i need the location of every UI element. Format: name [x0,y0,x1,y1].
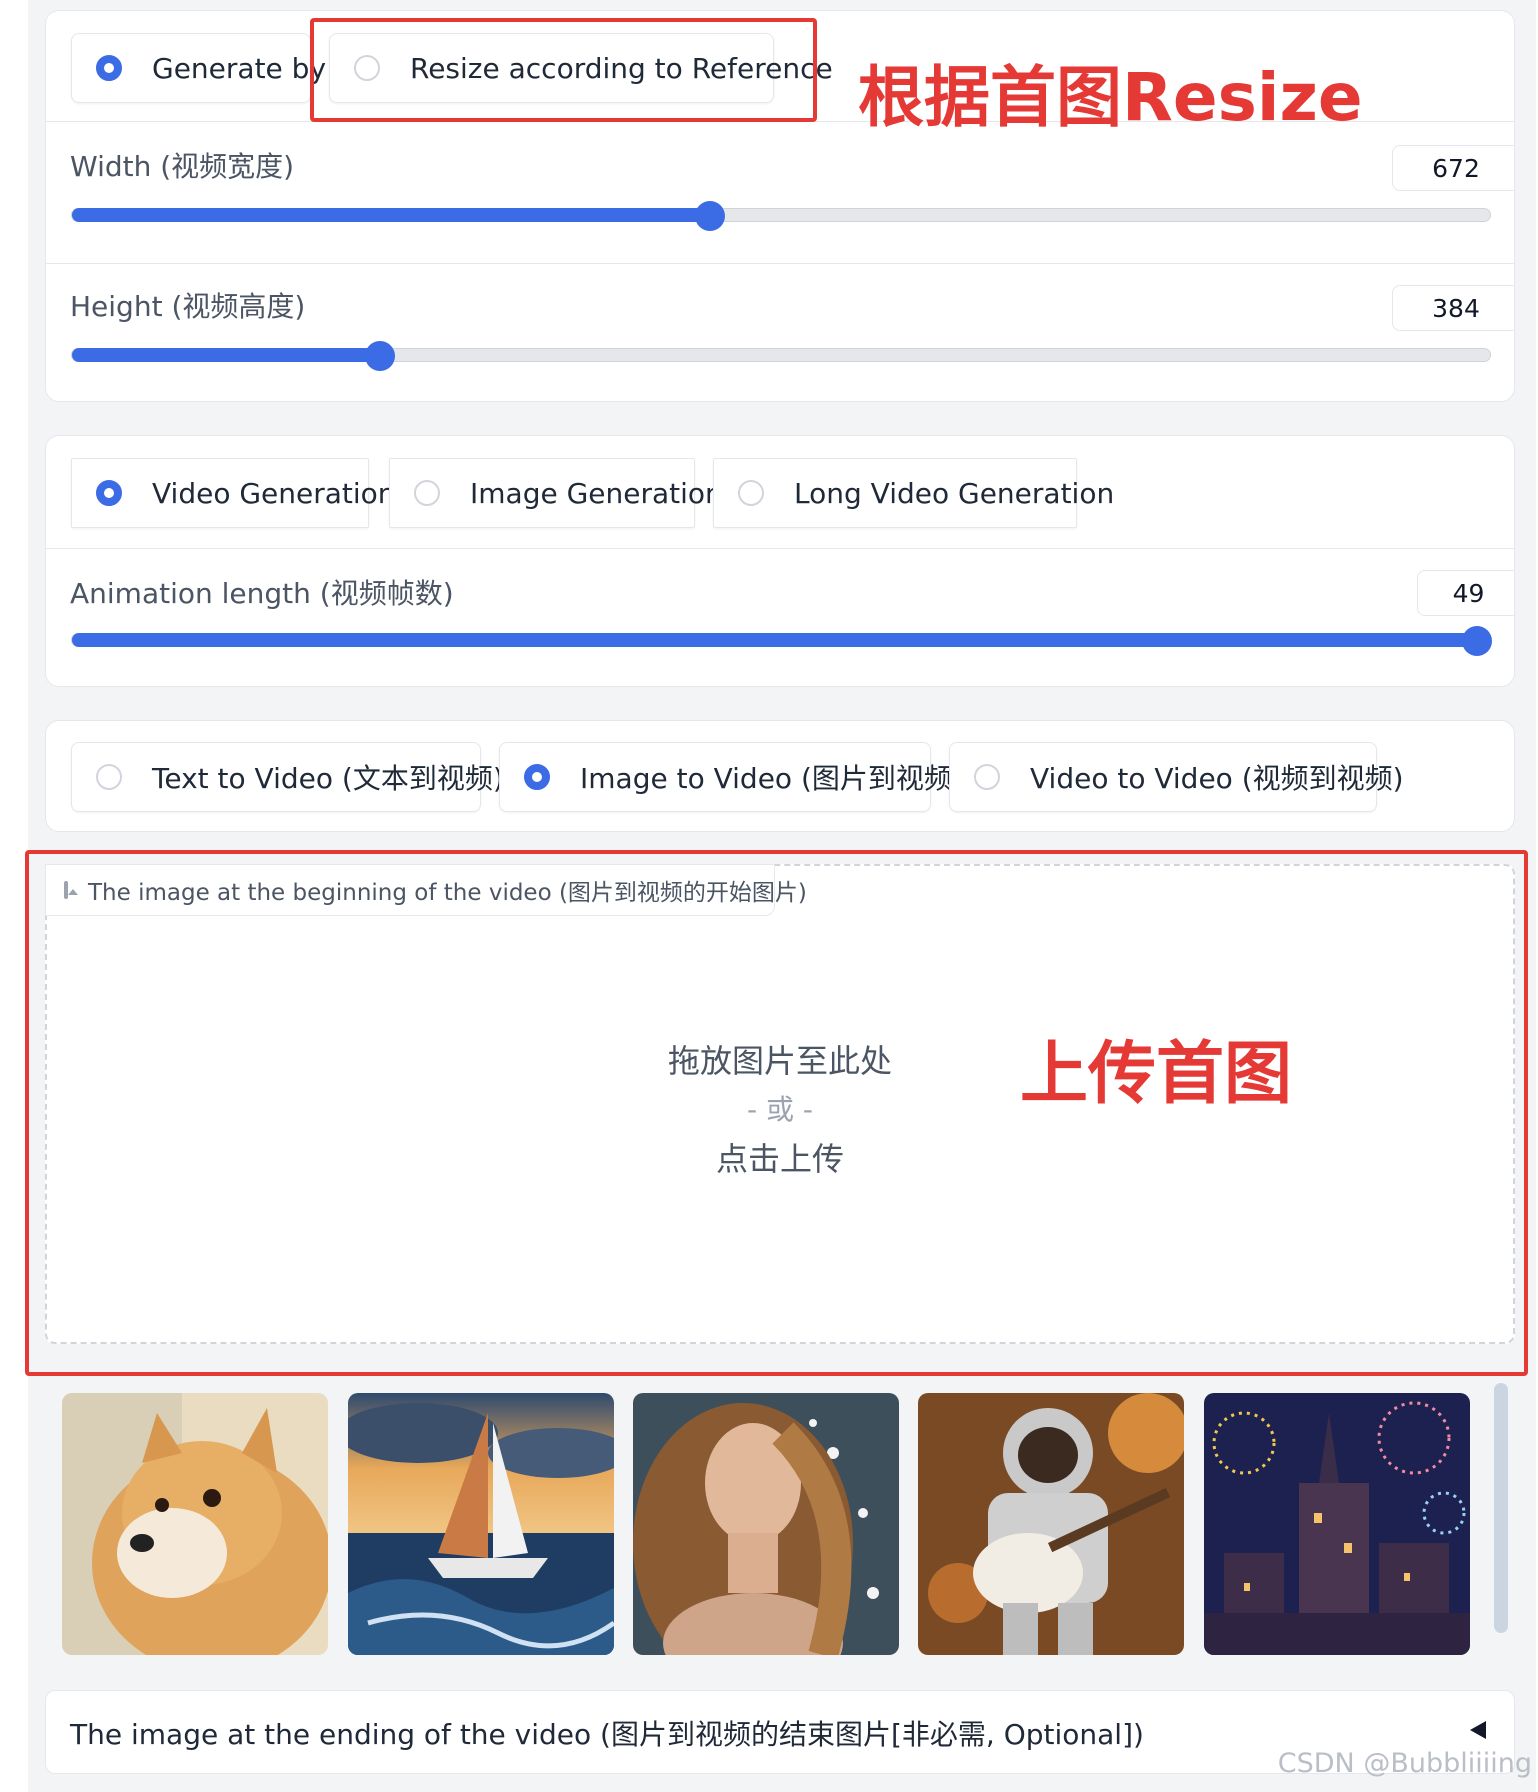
radio-selected-icon [524,764,550,790]
height-slider-fill [72,348,380,362]
radio-label: Long Video Generation [794,476,1115,510]
width-slider-fill [72,208,711,222]
shiba-dog-photo-icon [62,1393,328,1655]
example-sailboat[interactable] [348,1393,614,1655]
divider [46,548,1514,549]
woman-portrait-photo-icon [633,1393,899,1655]
width-number-input[interactable]: 672 [1392,145,1514,191]
radio-label: Image Generation [470,476,723,510]
width-slider[interactable] [71,201,1491,231]
radio-label: Generate by [152,51,327,85]
height-slider[interactable] [71,341,1491,371]
width-label: Width (视频宽度) [70,150,295,183]
annotation-upload-text: 上传首图 [1020,1035,1293,1114]
radio-text-to-video[interactable]: Text to Video (文本到视频) [71,742,504,812]
astronaut-guitar-photo-icon [918,1393,1184,1655]
collapse-arrow-icon[interactable] [1470,1721,1486,1739]
radio-selected-icon [96,55,122,81]
divider [46,263,1514,264]
animation-length-slider-fill [72,633,1490,647]
end-image-label: The image at the ending of the video (图片… [70,1718,1144,1751]
radio-image-to-video[interactable]: Image to Video (图片到视频) [499,742,963,812]
example-castle-fireworks[interactable] [1204,1393,1470,1655]
animation-length-input[interactable]: 49 [1417,570,1514,616]
animation-length-slider-thumb[interactable] [1462,626,1492,656]
height-label: Height (视频高度) [70,290,306,323]
example-astronaut-guitar[interactable] [918,1393,1184,1655]
radio-selected-icon [96,480,122,506]
annotation-resize-text: 根据首图Resize [858,59,1363,136]
height-number-input[interactable]: 384 [1392,285,1514,331]
animation-length-label: Animation length (视频帧数) [70,577,454,610]
annotation-box-upload [25,850,1528,1376]
animation-length-slider[interactable] [71,626,1492,656]
radio-label: Video Generation [152,476,396,510]
radio-video-generation[interactable]: Video Generation [71,458,396,528]
radio-unselected-icon [96,764,122,790]
radio-unselected-icon [738,480,764,506]
radio-long-video-generation[interactable]: Long Video Generation [713,458,1114,528]
generation-panel: Video Generation Image Generation Long V… [45,435,1515,687]
height-slider-thumb[interactable] [364,341,395,371]
radio-generate-by[interactable]: Generate by [71,33,326,103]
castle-fireworks-photo-icon [1204,1393,1470,1655]
radio-label: Video to Video (视频到视频) [1030,762,1404,795]
radio-video-to-video[interactable]: Video to Video (视频到视频) [949,742,1404,812]
radio-unselected-icon [974,764,1000,790]
example-woman-portrait[interactable] [633,1393,899,1655]
watermark: CSDN @Bubbliiiing [1277,1748,1532,1779]
radio-unselected-icon [414,480,440,506]
sailboat-ocean-photo-icon [348,1393,614,1655]
width-slider-thumb[interactable] [695,201,726,231]
radio-label: Image to Video (图片到视频) [580,762,963,795]
radio-image-generation[interactable]: Image Generation [389,458,723,528]
annotation-box-resize [310,18,817,122]
mode-panel: Text to Video (文本到视频) Image to Video (图片… [45,720,1515,832]
radio-label: Text to Video (文本到视频) [152,762,504,795]
example-shiba-dog[interactable] [62,1393,328,1655]
gallery-scrollbar[interactable] [1494,1383,1508,1633]
